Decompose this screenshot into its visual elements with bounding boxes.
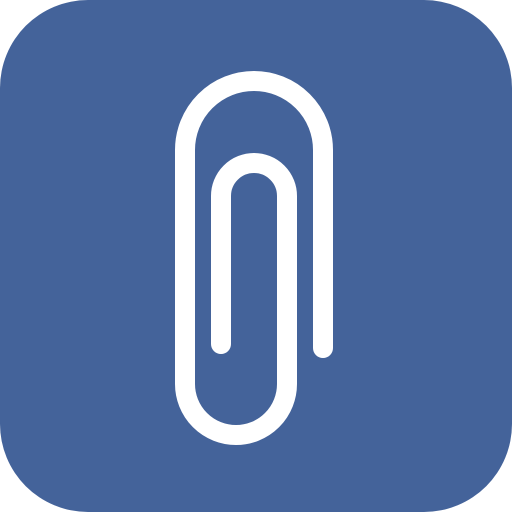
app-icon[interactable]	[0, 0, 512, 512]
app-icon-graphic	[0, 0, 512, 512]
